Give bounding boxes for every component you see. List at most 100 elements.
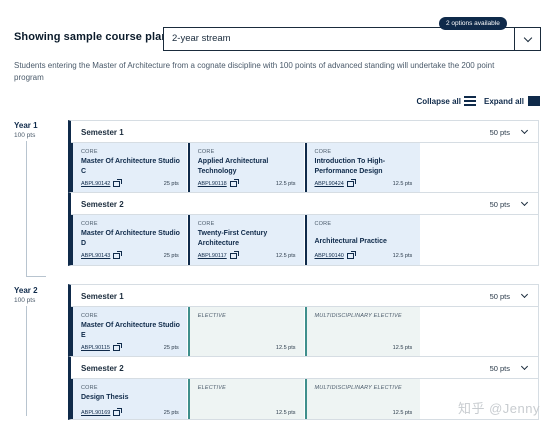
- unit-code-link[interactable]: ABPL90118: [197, 179, 239, 187]
- expand-collapse-controls: Collapse all Expand all: [409, 96, 540, 106]
- year-pts: 100 pts: [14, 132, 36, 139]
- semester-panel: Semester 1 50 pts CORE Master Of Archite…: [68, 120, 539, 194]
- semester-header[interactable]: Semester 1 50 pts: [71, 121, 538, 143]
- unit-tag: CORE: [81, 385, 98, 391]
- unit-pts: 12.5 pts: [392, 345, 413, 351]
- semester-header[interactable]: Semester 1 50 pts: [71, 285, 538, 307]
- unit-card[interactable]: CORE Master Of Architecture Studio C ABP…: [71, 143, 187, 193]
- unit-code-link[interactable]: ABPL90140: [315, 251, 356, 259]
- chevron-down-icon: [523, 33, 532, 42]
- unit-card[interactable]: CORE Design Thesis ABPL90169 25 pts: [71, 379, 187, 419]
- unit-code: ABPL90143: [81, 253, 111, 259]
- chevron-down-icon[interactable]: [520, 290, 529, 299]
- unit-pts: 12.5 pts: [275, 181, 296, 187]
- chevron-down-icon[interactable]: [520, 126, 529, 135]
- unit-name: Architectural Practice: [314, 238, 387, 245]
- semester-pts: 50 pts: [489, 128, 510, 137]
- unit-name: Introduction To High-Performance Design: [314, 158, 386, 175]
- chevron-down-icon[interactable]: [520, 362, 529, 371]
- expand-all-button[interactable]: Expand all: [484, 96, 540, 106]
- elective-slot[interactable]: ELECTIVE 12.5 pts: [187, 379, 304, 419]
- unit-name: Master Of Architecture Studio D: [81, 230, 180, 247]
- plan-label: Showing sample course plan:: [14, 31, 172, 43]
- unit-code: ABPL90115: [81, 345, 110, 351]
- unit-name: Twenty-First Century Architecture: [197, 230, 268, 247]
- unit-code: ABPL90142: [81, 181, 111, 187]
- unit-pts: 25 pts: [163, 345, 179, 351]
- unit-code-link[interactable]: ABPL90143: [81, 251, 123, 259]
- year-pts: 100 pts: [14, 297, 36, 304]
- unit-card[interactable]: CORE Architectural Practice ABPL90140 12…: [304, 215, 421, 265]
- collapse-all-label: Collapse all: [416, 96, 461, 106]
- unit-name: Master Of Architecture Studio C: [81, 158, 180, 175]
- unit-code-link[interactable]: ABPL90169: [81, 408, 123, 416]
- unit-code-link[interactable]: ABPL90142: [81, 179, 123, 187]
- empty-slot: [421, 307, 537, 357]
- unit-pts: 12.5 pts: [392, 410, 413, 416]
- unit-pts: 12.5 pts: [275, 253, 296, 259]
- unit-card[interactable]: CORE Twenty-First Century Architecture A…: [187, 215, 304, 265]
- semester-title: Semester 1: [81, 292, 124, 301]
- unit-pts: 25 pts: [163, 181, 179, 187]
- expand-all-label: Expand all: [483, 96, 524, 106]
- unit-tag: CORE: [81, 221, 98, 227]
- unit-card[interactable]: CORE Applied Architectural Technology AB…: [187, 143, 304, 193]
- plan-select-value: 2-year stream: [172, 33, 231, 44]
- unit-card[interactable]: CORE Introduction To High-Performance De…: [304, 143, 421, 193]
- external-link-icon: [113, 251, 123, 259]
- semester-header[interactable]: Semester 2 50 pts: [71, 357, 538, 379]
- unit-tag: CORE: [314, 221, 332, 227]
- external-link-icon: [113, 179, 123, 187]
- semester-panel: Semester 1 50 pts CORE Master Of Archite…: [68, 284, 539, 358]
- unit-card[interactable]: CORE Master Of Architecture Studio E ABP…: [71, 307, 187, 357]
- unit-tag: CORE: [314, 149, 332, 155]
- external-link-icon: [113, 408, 123, 416]
- multidisciplinary-elective-slot[interactable]: MULTIDISCIPLINARY ELECTIVE 12.5 pts: [304, 307, 421, 357]
- year-timeline: [26, 141, 27, 276]
- unit-name: Design Thesis: [81, 394, 129, 401]
- list-icon: [463, 96, 476, 106]
- empty-slot: [421, 143, 537, 193]
- unit-code: ABPL90169: [81, 410, 111, 416]
- unit-tag: CORE: [197, 149, 215, 155]
- unit-code: ABPL90118: [197, 181, 227, 187]
- unit-pts: 12.5 pts: [392, 253, 413, 259]
- unit-code-link[interactable]: ABPL90115: [81, 343, 122, 351]
- unit-tag: CORE: [197, 221, 215, 227]
- semester-pts: 50 pts: [489, 200, 510, 209]
- unit-name: Applied Architectural Technology: [197, 158, 269, 175]
- unit-pts: 25 pts: [163, 410, 179, 416]
- unit-tag: ELECTIVE: [197, 385, 226, 391]
- plan-description: Students entering the Master of Architec…: [14, 61, 495, 82]
- unit-name: Master Of Architecture Studio E: [81, 322, 180, 339]
- unit-tag: CORE: [81, 313, 98, 319]
- course-plan-header: Showing sample course plan: 2-year strea…: [14, 17, 541, 54]
- year-label: Year 2: [14, 286, 38, 295]
- expand-icon: [528, 96, 540, 106]
- elective-slot[interactable]: ELECTIVE 12.5 pts: [187, 307, 304, 357]
- options-badge: 2 options available: [439, 17, 507, 30]
- unit-tag: MULTIDISCIPLINARY ELECTIVE: [314, 313, 402, 319]
- plan-select-toggle[interactable]: [514, 28, 540, 50]
- semester-pts: 50 pts: [489, 292, 510, 301]
- collapse-all-button[interactable]: Collapse all: [417, 96, 476, 106]
- unit-tag: ELECTIVE: [197, 313, 226, 319]
- watermark: 知乎 @Jenny: [458, 401, 540, 416]
- year-timeline: [26, 306, 27, 416]
- plan-select[interactable]: 2-year stream: [163, 27, 541, 51]
- external-link-icon: [229, 251, 239, 259]
- external-link-icon: [229, 179, 239, 187]
- unit-code-link[interactable]: ABPL90117: [197, 251, 239, 259]
- unit-pts: 25 pts: [163, 253, 179, 259]
- semester-header[interactable]: Semester 2 50 pts: [71, 193, 538, 215]
- unit-code: ABPL90117: [197, 253, 227, 259]
- unit-pts: 12.5 pts: [275, 410, 296, 416]
- multidisciplinary-elective-slot[interactable]: MULTIDISCIPLINARY ELECTIVE 12.5 pts: [304, 379, 421, 419]
- unit-card[interactable]: CORE Master Of Architecture Studio D ABP…: [71, 215, 187, 265]
- chevron-down-icon[interactable]: [520, 198, 529, 207]
- unit-code: ABPL90424: [314, 181, 344, 187]
- semester-title: Semester 1: [81, 128, 124, 137]
- unit-tag: CORE: [81, 149, 98, 155]
- unit-code-link[interactable]: ABPL90424: [314, 179, 356, 187]
- semester-title: Semester 2: [81, 364, 124, 373]
